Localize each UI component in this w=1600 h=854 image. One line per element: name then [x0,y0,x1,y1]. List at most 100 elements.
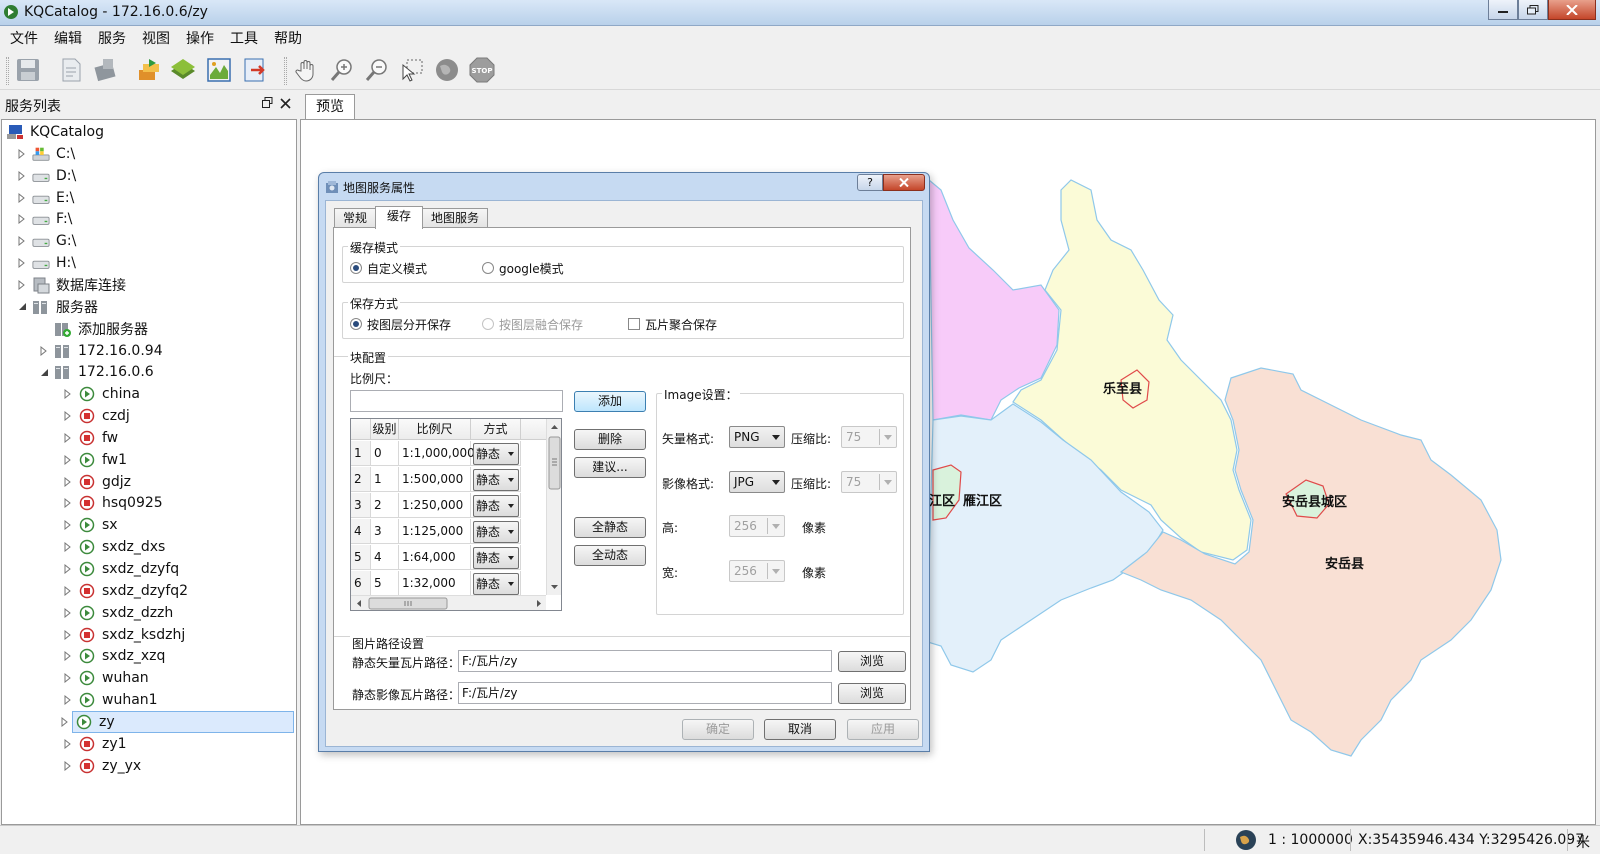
tree-service-item[interactable]: fw [62,427,118,449]
level-cell[interactable]: 4 [371,545,399,570]
menu-edit[interactable]: 编辑 [46,26,90,52]
expand-arrow-icon[interactable] [16,148,28,160]
tree-service-item[interactable]: gdjz [62,471,131,493]
expand-arrow-icon[interactable] [62,454,74,466]
expand-arrow-icon[interactable] [16,257,28,269]
tree-service-item[interactable]: sxdz_dzyfq2 [62,580,188,602]
tree-root-kqcatalog[interactable]: KQCatalog [6,121,104,143]
image-format-select[interactable]: JPG [729,471,785,493]
vector-ratio-select[interactable]: 75 [841,426,897,448]
tree-drive-5[interactable]: H:\ [16,252,76,274]
row-number-cell[interactable]: 3 [351,493,371,518]
tree-server-94[interactable]: 172.16.0.94 [38,340,163,362]
add-scale-button[interactable]: 添加 [574,391,646,412]
tree-db-connections[interactable]: 数据库连接 [16,274,126,296]
maximize-button[interactable] [1518,0,1548,20]
row-number-cell[interactable]: 2 [351,467,371,492]
expand-arrow-icon[interactable] [16,235,28,247]
expand-arrow-icon[interactable] [16,170,28,182]
row-number-cell[interactable]: 5 [351,545,371,570]
expanded-arrow-icon[interactable] [38,366,50,378]
tab-general[interactable]: 常规 [334,208,376,228]
save-button[interactable] [13,55,43,85]
height-select[interactable]: 256 [729,515,785,537]
scale-input[interactable] [350,390,563,412]
tree-service-item[interactable]: zy1 [62,733,127,755]
level-cell[interactable]: 1 [371,467,399,492]
vector-path-input[interactable]: F:/瓦片/zy [458,650,832,672]
tile-aggregate-checkbox[interactable] [628,318,640,330]
tools-button[interactable] [91,55,121,85]
mode-select[interactable]: 静态 [473,443,519,465]
tree-servers[interactable]: 服务器 [16,296,98,318]
close-button[interactable] [1548,0,1596,20]
tree-drive-1[interactable]: D:\ [16,165,76,187]
toolbar-grip[interactable] [6,57,9,85]
mode-select[interactable]: 静态 [473,521,519,543]
expand-arrow-icon[interactable] [62,672,74,684]
tab-preview[interactable]: 预览 [305,94,355,120]
map-layer-button[interactable] [168,55,198,85]
tree-service-item[interactable]: hsq0925 [62,492,163,514]
tree-drive-2[interactable]: E:\ [16,187,74,209]
menu-service[interactable]: 服务 [90,26,134,52]
layers-button[interactable] [134,55,164,85]
expanded-arrow-icon[interactable] [16,301,28,313]
zoom-out-button[interactable] [362,55,392,85]
document-button[interactable] [56,55,86,85]
toolbar-grip-2[interactable] [284,57,287,85]
expand-arrow-icon[interactable] [62,650,74,662]
level-cell[interactable]: 2 [371,493,399,518]
scale-cell[interactable]: 1:1,000,000 [399,441,475,466]
menu-help[interactable]: 帮助 [266,26,310,52]
scale-cell[interactable]: 1:125,000 [399,519,471,544]
all-dynamic-button[interactable]: 全动态 [574,545,646,566]
row-number-cell[interactable]: 1 [351,441,371,466]
table-vertical-scrollbar[interactable] [546,419,561,595]
service-tree[interactable]: KQCatalog C:\ D:\ E:\ F:\ G:\ H:\ 数据库连接 服务器 添加服务器… [1,119,297,825]
delete-scale-button[interactable]: 删除 [574,429,646,450]
image-path-input[interactable]: F:/瓦片/zy [458,682,832,704]
custom-mode-radio[interactable] [350,262,362,274]
expand-arrow-icon[interactable] [62,738,74,750]
tree-drive-3[interactable]: F:\ [16,208,72,230]
tree-service-item[interactable]: sxdz_dzzh [62,602,173,624]
browse-image-button[interactable]: 浏览 [838,683,906,704]
mode-select[interactable]: 静态 [473,573,519,595]
tree-service-item[interactable]: wuhan [62,667,149,689]
tab-cache[interactable]: 缓存 [375,206,423,229]
menu-file[interactable]: 文件 [2,26,46,52]
expand-arrow-icon[interactable] [59,716,71,728]
tree-service-item[interactable]: sx [62,514,118,536]
tree-server-6[interactable]: 172.16.0.6 [38,361,154,383]
globe-button[interactable] [432,55,462,85]
table-header-cell[interactable] [351,419,371,440]
scale-cell[interactable]: 1:32,000 [399,571,471,596]
tree-drive-4[interactable]: G:\ [16,230,76,252]
scale-cell[interactable]: 1:64,000 [399,545,471,570]
expand-arrow-icon[interactable] [16,279,28,291]
tree-service-item[interactable]: wuhan1 [62,689,158,711]
expand-arrow-icon[interactable] [62,541,74,553]
publish-button[interactable] [240,55,270,85]
expand-arrow-icon[interactable] [62,629,74,641]
expand-arrow-icon[interactable] [62,476,74,488]
expand-arrow-icon[interactable] [38,345,50,357]
apply-button[interactable]: 应用 [847,719,919,740]
close-panel-button[interactable] [280,95,291,113]
dialog-close-button[interactable] [883,174,925,191]
expand-arrow-icon[interactable] [62,585,74,597]
expand-arrow-icon[interactable] [62,497,74,509]
tab-map-service[interactable]: 地图服务 [422,208,488,228]
expand-arrow-icon[interactable] [62,694,74,706]
expand-arrow-icon[interactable] [62,519,74,531]
tree-service-item[interactable]: china [62,383,140,405]
stop-button[interactable]: STOP [467,55,497,85]
expand-arrow-icon[interactable] [16,213,28,225]
row-number-cell[interactable]: 6 [351,571,371,596]
scale-table[interactable]: 级别 比例尺 方式 1 0 1:1,000,000 静态 2 1 1:500,000 静态 3 2 1:2… [350,418,562,611]
table-header-cell[interactable]: 级别 [371,419,399,440]
table-horizontal-scrollbar[interactable] [351,595,546,610]
all-static-button[interactable]: 全静态 [574,517,646,538]
tree-service-item[interactable]: sxdz_dxs [62,536,165,558]
